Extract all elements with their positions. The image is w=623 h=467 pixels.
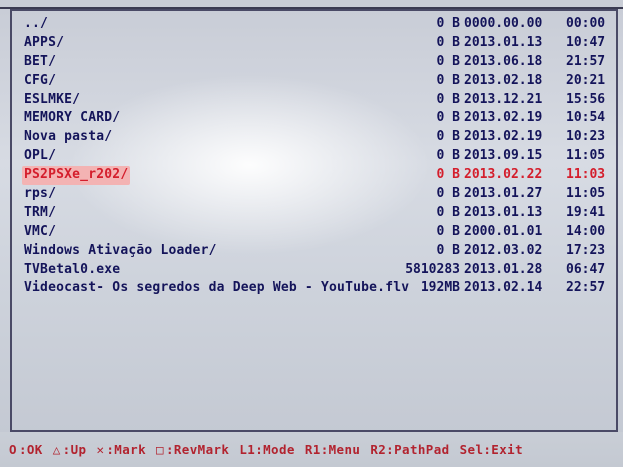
file-row[interactable]: Videocast- Os segredos da Deep Web - You… bbox=[24, 279, 620, 298]
hint-label: Sel:Exit bbox=[459, 442, 523, 457]
file-size: 0 B bbox=[436, 223, 460, 239]
file-size: 0 B bbox=[436, 148, 460, 164]
file-time: 20:21 bbox=[566, 72, 606, 88]
file-name: rps/ bbox=[24, 186, 57, 202]
hint-item: R1:Menu bbox=[305, 442, 360, 457]
hint-label: R2:PathPad bbox=[370, 442, 450, 457]
hint-label: R1:Menu bbox=[304, 442, 361, 457]
file-size: 0 B bbox=[436, 34, 460, 50]
file-time: 11:05 bbox=[566, 148, 606, 164]
hint-item: O:OK bbox=[9, 442, 43, 457]
file-date: 2013.02.18 bbox=[464, 72, 543, 88]
file-row[interactable]: OPL/0 B 2013.09.15 11:05 bbox=[24, 147, 620, 166]
hint-label: L1:Mode bbox=[239, 442, 295, 457]
file-date: 2013.02.19 bbox=[464, 110, 543, 126]
file-size: 0 B bbox=[436, 91, 460, 107]
file-time: 21:57 bbox=[566, 53, 606, 69]
file-name: OPL/ bbox=[24, 148, 57, 164]
button-hints: O:OK △:Up ✕:Mark □:RevMark L1:Mode R1:Menu R2:… bbox=[9, 442, 533, 457]
hint-label: :RevMark bbox=[165, 442, 230, 457]
file-size: 0 B bbox=[436, 186, 460, 202]
file-time: 11:03 bbox=[566, 167, 606, 183]
file-row[interactable]: rps/0 B 2013.01.27 11:05 bbox=[24, 185, 620, 204]
file-time: 11:05 bbox=[566, 186, 606, 202]
file-date: 2013.09.15 bbox=[464, 148, 543, 164]
hint-item: L1:Mode bbox=[239, 442, 294, 457]
file-name: TRM/ bbox=[24, 204, 57, 220]
file-name: ESLMKE/ bbox=[24, 91, 81, 107]
file-size: 0 B bbox=[436, 204, 460, 220]
hint-label: :Mark bbox=[106, 442, 147, 457]
hint-label: :Up bbox=[62, 442, 87, 457]
file-time: 10:47 bbox=[566, 34, 606, 50]
hint-item: △:Up bbox=[53, 442, 87, 457]
file-size: 192MB bbox=[420, 280, 460, 296]
file-date: 2013.01.13 bbox=[464, 34, 543, 50]
file-row[interactable]: CFG/0 B 2013.02.18 20:21 bbox=[24, 72, 620, 91]
file-name: BET/ bbox=[24, 53, 57, 69]
file-name: MEMORY CARD/ bbox=[24, 110, 121, 126]
file-row[interactable]: ESLMKE/0 B 2013.12.21 15:56 bbox=[24, 91, 620, 110]
file-name: ../ bbox=[24, 16, 49, 31]
file-row[interactable]: MEMORY CARD/0 B 2013.02.19 10:54 bbox=[24, 109, 620, 128]
file-date: 2013.06.18 bbox=[464, 53, 543, 69]
file-time: 22:57 bbox=[566, 280, 606, 296]
file-date: 0000.00.00 bbox=[464, 16, 543, 31]
file-date: 2013.12.21 bbox=[464, 91, 543, 107]
file-name: PS2PSXe_r202/ bbox=[22, 166, 131, 186]
file-row[interactable]: TRM/0 B 2013.01.13 19:41 bbox=[24, 204, 620, 223]
button-hint-bar: O:OK △:Up ✕:Mark □:RevMark L1:Mode R1:Menu R2:… bbox=[0, 432, 623, 467]
file-row[interactable]: Nova pasta/0 B 2013.02.19 10:23 bbox=[24, 128, 620, 147]
file-time: 10:54 bbox=[566, 110, 606, 126]
hint-label: :OK bbox=[18, 442, 43, 457]
file-name: Windows Ativação Loader/ bbox=[24, 242, 217, 258]
file-date: 2013.02.14 bbox=[464, 280, 543, 296]
file-time: 14:00 bbox=[566, 223, 606, 239]
file-date: 2012.03.02 bbox=[464, 242, 543, 258]
file-time: 17:23 bbox=[566, 242, 606, 258]
file-size: 0 B bbox=[436, 110, 460, 126]
file-row[interactable]: Windows Ativação Loader/0 B 2012.03.02 17:… bbox=[24, 242, 620, 261]
file-size: 0 B bbox=[436, 72, 460, 88]
file-row-selected[interactable]: PS2PSXe_r202/0 B 2013.02.22 11:03 bbox=[22, 166, 620, 186]
file-time: 10:23 bbox=[566, 129, 606, 145]
file-size: 0 B bbox=[436, 129, 460, 145]
file-name: VMC/ bbox=[24, 223, 57, 239]
controller-button-icon: O bbox=[9, 442, 17, 457]
file-date: 2013.01.27 bbox=[464, 186, 543, 202]
file-date: 2013.01.28 bbox=[464, 261, 543, 277]
file-size: 0 B bbox=[436, 167, 460, 183]
file-time: 06:47 bbox=[566, 261, 606, 277]
file-row[interactable]: APPS/0 B 2013.01.13 10:47 bbox=[24, 34, 620, 53]
file-name: Nova pasta/ bbox=[24, 129, 113, 145]
file-size: 0 B bbox=[436, 242, 460, 258]
file-date: 2013.01.13 bbox=[464, 204, 543, 220]
hint-item: ✕:Mark bbox=[96, 442, 146, 457]
file-time: 19:41 bbox=[566, 204, 606, 220]
file-date: 2013.02.19 bbox=[464, 129, 543, 145]
file-name: TVBetal0.exe bbox=[24, 261, 121, 277]
file-list: ../0 B 0000.00.00 00:00 APPS/0 B 2013.01.13 1… bbox=[22, 15, 620, 298]
controller-button-icon: △ bbox=[52, 442, 61, 457]
file-size: 0 B bbox=[436, 53, 460, 69]
file-name: APPS/ bbox=[24, 34, 65, 50]
file-row[interactable]: ../ 0 B 0000.00.00 00:00 bbox=[24, 15, 620, 34]
file-name: CFG/ bbox=[24, 72, 57, 88]
file-date: 2013.02.22 bbox=[464, 167, 543, 183]
file-row[interactable]: BET/0 B 2013.06.18 21:57 bbox=[24, 53, 620, 72]
hint-item: □:RevMark bbox=[156, 442, 229, 457]
controller-button-icon: ✕ bbox=[96, 442, 105, 457]
hint-item: R2:PathPad bbox=[370, 442, 449, 457]
file-row[interactable]: TVBetal0.exe 5810283 2013.01.28 06:47 bbox=[24, 261, 620, 280]
file-time: 00:00 bbox=[566, 16, 606, 31]
file-size: 0 B bbox=[436, 16, 460, 31]
file-name: Videocast- Os segredos da Deep Web - You… bbox=[24, 280, 410, 296]
file-row[interactable]: VMC/0 B 2000.01.01 14:00 bbox=[24, 223, 620, 242]
title-bar bbox=[0, 0, 623, 9]
controller-button-icon: □ bbox=[156, 442, 164, 457]
file-size: 5810283 bbox=[405, 261, 460, 277]
file-time: 15:56 bbox=[566, 91, 606, 107]
file-date: 2000.01.01 bbox=[464, 223, 543, 239]
hint-item: Sel:Exit bbox=[460, 442, 523, 457]
